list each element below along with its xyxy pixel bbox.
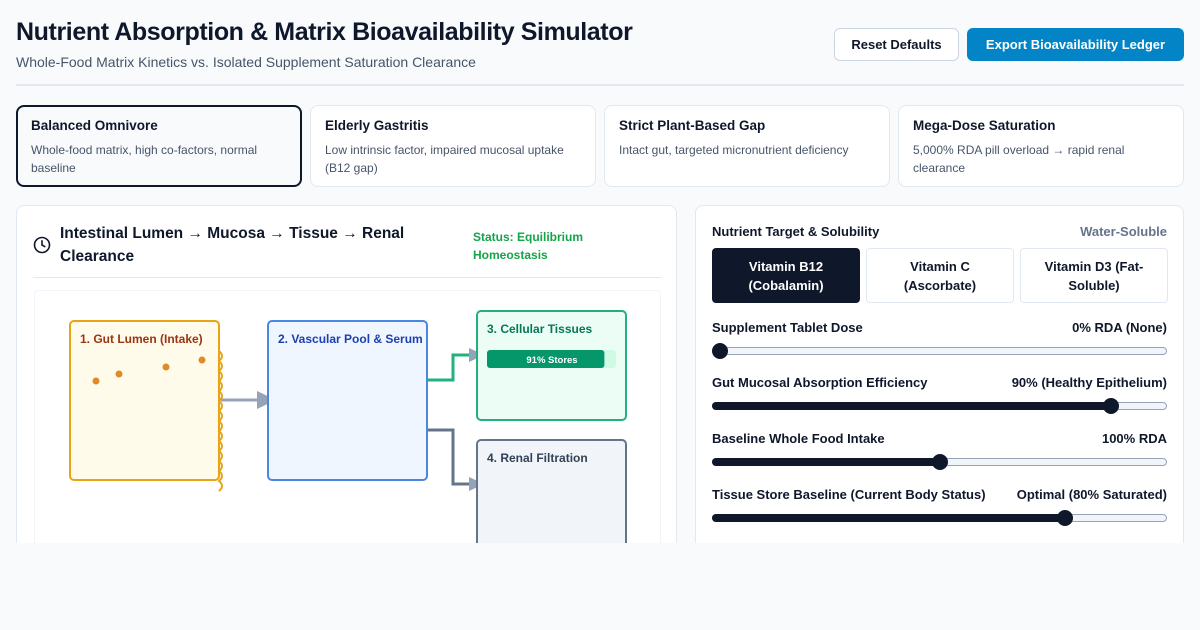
pipeline-header: Intestinal Lumen → Mucosa → Tissue → Ren… (33, 220, 661, 278)
renal-filtration-label: 4. Renal Filtration (487, 451, 588, 465)
nutrient-particle (198, 356, 206, 364)
preset-title: Balanced Omnivore (31, 118, 158, 133)
page-subtitle: Whole-Food Matrix Kinetics vs. Isolated … (16, 54, 476, 70)
nutrient-particle (115, 370, 123, 378)
slider-thumb[interactable] (1057, 510, 1074, 526)
renal-connector (428, 428, 472, 486)
preset-title: Elderly Gastritis (325, 118, 429, 133)
whole-food-intake-slider: Baseline Whole Food Intake 100% RDA (712, 431, 1167, 481)
page-title: Nutrient Absorption & Matrix Bioavailabi… (16, 18, 633, 46)
preset-title: Mega-Dose Saturation (913, 118, 1056, 133)
tissue-uptake-connector (428, 353, 472, 382)
preset-card-elderly-gastritis[interactable]: Elderly Gastritis Low intrinsic factor, … (310, 105, 596, 187)
preset-card-balanced-omnivore[interactable]: Balanced Omnivore Whole-food matrix, hig… (16, 105, 302, 187)
page-header: Nutrient Absorption & Matrix Bioavailabi… (16, 16, 1184, 86)
slider-label: Supplement Tablet Dose (712, 320, 863, 335)
supplement-dose-slider: Supplement Tablet Dose 0% RDA (None) (712, 320, 1167, 370)
reset-defaults-button[interactable]: Reset Defaults (834, 28, 959, 61)
slider-value: 100% RDA (1101, 431, 1167, 446)
slider-thumb[interactable] (931, 454, 948, 470)
slider-label: Gut Mucosal Absorption Efficiency (712, 375, 928, 390)
slider-track[interactable] (712, 514, 1167, 522)
clock-icon (33, 236, 51, 254)
vitamin-d3-button[interactable]: Vitamin D3 (Fat-Soluble) (1020, 248, 1168, 303)
slider-label: Baseline Whole Food Intake (712, 431, 885, 446)
slider-value: Optimal (80% Saturated) (1016, 487, 1167, 502)
slider-track[interactable] (712, 347, 1167, 355)
flow-diagram-svg: 1. Gut Lumen (Intake) 2. Vascular Pool &… (69, 310, 627, 543)
nutrient-particle (92, 377, 100, 385)
vitamin-b12-button[interactable]: Vitamin B12 (Cobalamin) (712, 248, 860, 303)
gut-lumen-label: 1. Gut Lumen (Intake) (80, 332, 203, 346)
vascular-pool-label: 2. Vascular Pool & Serum (278, 332, 423, 346)
status-badge: Status: Equilibrium Homeostasis (473, 230, 584, 262)
preset-card-mega-dose[interactable]: Mega-Dose Saturation 5,000% RDA pill ove… (898, 105, 1184, 187)
slider-thumb[interactable] (712, 343, 728, 359)
absorption-diagram: 1. Gut Lumen (Intake) 2. Vascular Pool &… (34, 290, 661, 543)
slider-fill (712, 458, 940, 466)
slider-track[interactable] (712, 402, 1167, 410)
controls-panel: Nutrient Target & Solubility Water-Solub… (695, 205, 1184, 543)
slider-value: 90% (Healthy Epithelium) (1011, 375, 1167, 390)
villi-edge (217, 350, 223, 492)
pipeline-title: Intestinal Lumen → Mucosa → Tissue → Ren… (60, 225, 405, 265)
absorption-efficiency-slider: Gut Mucosal Absorption Efficiency 90% (H… (712, 375, 1167, 425)
pipeline-panel: Intestinal Lumen → Mucosa → Tissue → Ren… (16, 205, 677, 543)
slider-thumb[interactable] (1102, 398, 1119, 414)
slider-value: 0% RDA (None) (1072, 320, 1167, 335)
vitamin-c-button[interactable]: Vitamin C (Ascorbate) (866, 248, 1014, 303)
cellular-tissues-label: 3. Cellular Tissues (487, 322, 592, 336)
preset-card-strict-plant-based[interactable]: Strict Plant-Based Gap Intact gut, targe… (604, 105, 890, 187)
stores-label: 91% Stores (526, 355, 577, 366)
preset-desc: Whole-food matrix, high co-factors, norm… (31, 143, 258, 175)
slider-label: Tissue Store Baseline (Current Body Stat… (712, 487, 986, 502)
slider-fill (712, 402, 1111, 410)
solubility-tag: Water-Soluble (1080, 224, 1167, 239)
export-ledger-button[interactable]: Export Bioavailability Ledger (967, 28, 1184, 61)
preset-desc: Low intrinsic factor, impaired mucosal u… (325, 143, 564, 175)
nutrient-target-label: Nutrient Target & Solubility (712, 224, 880, 239)
preset-title: Strict Plant-Based Gap (619, 118, 766, 133)
preset-desc: 5,000% RDA pill overload → rapid renal c… (913, 143, 1125, 175)
nutrient-particle (162, 363, 170, 371)
tissue-store-slider: Tissue Store Baseline (Current Body Stat… (712, 487, 1167, 537)
preset-desc: Intact gut, targeted micronutrient defic… (619, 143, 849, 157)
slider-fill (712, 514, 1066, 522)
